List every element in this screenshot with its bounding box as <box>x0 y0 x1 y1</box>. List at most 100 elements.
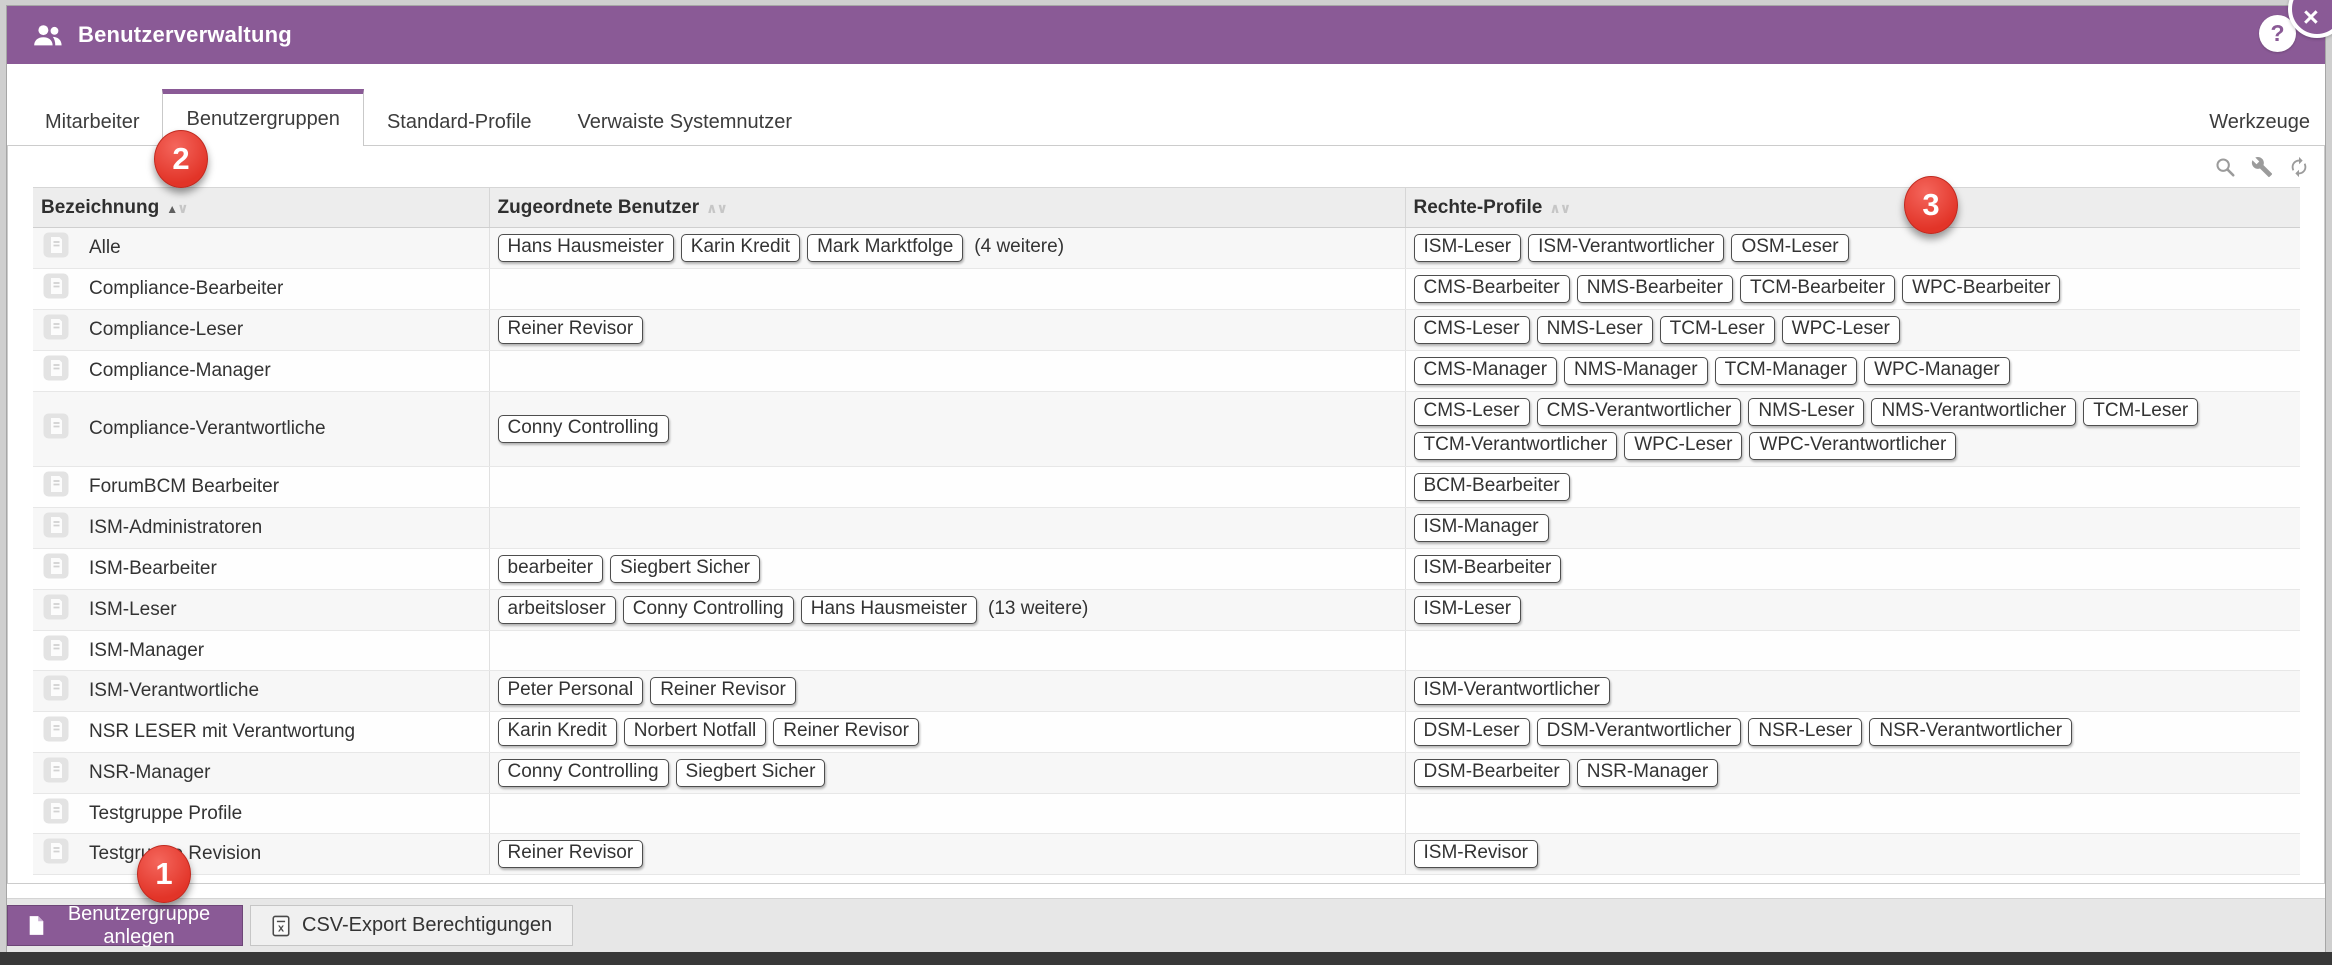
profile-chip[interactable]: CMS-Verantwortlicher <box>1537 398 1742 426</box>
sort-ascending-icon[interactable]: ∧ <box>1549 200 1559 216</box>
page-title: Benutzerverwaltung <box>78 22 292 48</box>
callout-badge-3: 3 <box>1904 176 1958 234</box>
profile-chip[interactable]: CMS-Manager <box>1414 357 1558 385</box>
close-icon: × <box>2303 4 2319 31</box>
table-row[interactable]: ISM-AdministratorenISM-Manager <box>33 508 2300 549</box>
profile-chip[interactable]: ISM-Bearbeiter <box>1414 555 1562 583</box>
tab-verwaiste-systemnutzer[interactable]: Verwaiste Systemnutzer <box>554 99 815 145</box>
profile-chip[interactable]: NMS-Leser <box>1537 316 1653 344</box>
user-chip[interactable]: arbeitsloser <box>498 596 616 624</box>
sort-ascending-icon[interactable]: ∧ <box>706 200 716 216</box>
sort-descending-icon[interactable]: ∨ <box>177 200 187 216</box>
column-header-bezeichnung[interactable]: Bezeichnung <box>41 197 159 218</box>
profile-chip[interactable]: TCM-Leser <box>2083 398 2198 426</box>
user-chip[interactable]: Conny Controlling <box>498 415 669 443</box>
user-chip[interactable]: Karin Kredit <box>498 718 617 746</box>
group-name-label: ISM-Bearbeiter <box>89 558 217 579</box>
group-icon <box>43 798 69 824</box>
profile-chip[interactable]: CMS-Bearbeiter <box>1414 275 1570 303</box>
column-header-rechte-profile[interactable]: Rechte-Profile <box>1414 197 1543 218</box>
profile-chip[interactable]: WPC-Manager <box>1864 357 2010 385</box>
profile-chip[interactable]: TCM-Verantwortlicher <box>1414 432 1618 460</box>
profile-chip[interactable]: ISM-Leser <box>1414 596 1522 624</box>
user-chip[interactable]: Karin Kredit <box>681 234 800 262</box>
table-row[interactable]: Compliance-ManagerCMS-ManagerNMS-Manager… <box>33 351 2300 392</box>
svg-text:x: x <box>278 922 284 934</box>
profile-chip[interactable]: NMS-Leser <box>1748 398 1864 426</box>
table-row[interactable]: NSR-Manager Conny ControllingSiegbert Sic… <box>33 753 2300 794</box>
refresh-icon[interactable] <box>2288 156 2310 178</box>
table-row[interactable]: Compliance-Bearbeiter CMS-BearbeiterNMS-B… <box>33 269 2300 310</box>
sort-ascending-icon[interactable]: ▲ <box>166 202 177 216</box>
profile-chip[interactable]: WPC-Verantwortlicher <box>1749 432 1956 460</box>
sort-descending-icon[interactable]: ∨ <box>1560 200 1570 216</box>
table-row[interactable]: ISM-Manager <box>33 631 2300 671</box>
sort-descending-icon[interactable]: ∨ <box>717 200 727 216</box>
user-chip[interactable]: Peter Personal <box>498 677 644 705</box>
profile-chip[interactable]: ISM-Revisor <box>1414 840 1539 868</box>
profile-chip[interactable]: NSR-Manager <box>1577 759 1718 787</box>
profile-chip[interactable]: CMS-Leser <box>1414 398 1530 426</box>
tab-mitarbeiter[interactable]: Mitarbeiter <box>22 99 162 145</box>
profile-chip[interactable]: DSM-Leser <box>1414 718 1530 746</box>
profile-chip[interactable]: DSM-Bearbeiter <box>1414 759 1570 787</box>
table-row[interactable]: NSR LESER mit VerantwortungKarin KreditN… <box>33 712 2300 753</box>
profile-chip[interactable]: TCM-Manager <box>1715 357 1857 385</box>
profile-chip[interactable]: ISM-Verantwortlicher <box>1528 234 1724 262</box>
profile-chip[interactable]: OSM-Leser <box>1731 234 1848 262</box>
profile-chip[interactable]: NSR-Leser <box>1748 718 1862 746</box>
user-chip[interactable]: Conny Controlling <box>623 596 794 624</box>
callout-number: 2 <box>172 141 189 177</box>
table-row[interactable]: ISM-Leser arbeitsloserConny ControllingHa… <box>33 590 2300 631</box>
more-users-label[interactable]: (13 weitere) <box>988 598 1088 619</box>
table-row[interactable]: Compliance-VerantwortlicheConny Controll… <box>33 392 2300 467</box>
group-icon <box>43 232 69 258</box>
user-chip[interactable]: Hans Hausmeister <box>801 596 977 624</box>
group-icon <box>43 757 69 783</box>
profile-chip[interactable]: WPC-Bearbeiter <box>1902 275 2060 303</box>
group-name-label: Compliance-Bearbeiter <box>89 278 283 299</box>
table-row[interactable]: Testgruppe Profile <box>33 794 2300 834</box>
user-chip[interactable]: Reiner Revisor <box>650 677 796 705</box>
profile-chip[interactable]: ISM-Leser <box>1414 234 1522 262</box>
user-chip[interactable]: Hans Hausmeister <box>498 234 674 262</box>
wrench-icon[interactable] <box>2251 156 2273 178</box>
profile-chip[interactable]: WPC-Leser <box>1782 316 1900 344</box>
user-chip[interactable]: Conny Controlling <box>498 759 669 787</box>
user-chip[interactable]: Reiner Revisor <box>498 840 644 868</box>
profile-chip[interactable]: WPC-Leser <box>1624 432 1742 460</box>
user-chip[interactable]: Siegbert Sicher <box>610 555 760 583</box>
profile-chip[interactable]: TCM-Bearbeiter <box>1740 275 1895 303</box>
tab-standard-profile[interactable]: Standard-Profile <box>364 99 555 145</box>
profile-chip[interactable]: ISM-Manager <box>1414 514 1549 542</box>
table-row[interactable]: ForumBCM BearbeiterBCM-Bearbeiter <box>33 467 2300 508</box>
table-row[interactable]: Alle Hans HausmeisterKarin KreditMark Mar… <box>33 228 2300 269</box>
profile-chip[interactable]: NSR-Verantwortlicher <box>1869 718 2072 746</box>
profile-chip[interactable]: ISM-Verantwortlicher <box>1414 677 1610 705</box>
user-chip[interactable]: Norbert Notfall <box>624 718 767 746</box>
more-users-label[interactable]: (4 weitere) <box>974 236 1064 257</box>
table-row[interactable]: ISM-Bearbeiter bearbeiterSiegbert Sicher I… <box>33 549 2300 590</box>
user-chip[interactable]: Siegbert Sicher <box>676 759 826 787</box>
profile-chip[interactable]: NMS-Bearbeiter <box>1577 275 1733 303</box>
user-chip[interactable]: Reiner Revisor <box>498 316 644 344</box>
column-header-zugeordnete-benutzer[interactable]: Zugeordnete Benutzer <box>498 197 700 218</box>
create-group-button[interactable]: Benutzergruppe anlegen <box>7 905 243 946</box>
callout-number: 1 <box>155 856 172 892</box>
user-chip[interactable]: Mark Marktfolge <box>807 234 963 262</box>
group-name-label: Alle <box>89 237 121 258</box>
table-row[interactable]: Testgruppe RevisionReiner RevisorISM-Rev… <box>33 834 2300 875</box>
profile-chip[interactable]: NMS-Manager <box>1564 357 1708 385</box>
werkzeuge-menu[interactable]: Werkzeuge <box>2209 99 2325 145</box>
table-row[interactable]: Compliance-LeserReiner RevisorCMS-LeserN… <box>33 310 2300 351</box>
profile-chip[interactable]: BCM-Bearbeiter <box>1414 473 1570 501</box>
table-row[interactable]: ISM-VerantwortlichePeter PersonalReiner … <box>33 671 2300 712</box>
profile-chip[interactable]: TCM-Leser <box>1660 316 1775 344</box>
csv-export-button[interactable]: x CSV-Export Berechtigungen <box>250 905 573 946</box>
user-chip[interactable]: Reiner Revisor <box>773 718 919 746</box>
profile-chip[interactable]: DSM-Verantwortlicher <box>1537 718 1742 746</box>
user-chip[interactable]: bearbeiter <box>498 555 604 583</box>
profile-chip[interactable]: NMS-Verantwortlicher <box>1871 398 2076 426</box>
search-icon[interactable] <box>2214 156 2236 178</box>
profile-chip[interactable]: CMS-Leser <box>1414 316 1530 344</box>
